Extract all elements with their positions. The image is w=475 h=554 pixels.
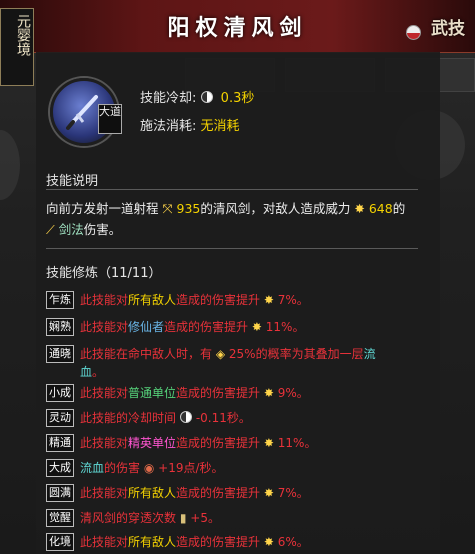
clock-icon [200,91,213,103]
desc-text: 向前方发射一道射程 [46,201,159,216]
tier-badge: 觉醒 [46,509,74,527]
row-text: 造成的伤害提升 [176,486,261,500]
chance-icon: ◈ [215,347,226,361]
cultivation-row: 精通 此技能对精英单位造成的伤害提升 ✸ 11%。 [46,433,426,453]
row-text: 造成的伤害提升 [176,386,261,400]
row-text: 清风剑的穿透次数 [80,511,177,525]
bonus-icon: ✸ [251,320,262,334]
cultivation-row: 觉醒 清风剑的穿透次数 ▮ +5。 [46,508,426,528]
power-icon: ✸ [354,201,365,216]
cultivation-row: 灵动 此技能的冷却时间 -0.11秒。 [46,408,426,428]
cultivation-row: 小成 此技能对普通单位造成的伤害提升 ✸ 9%。 [46,383,426,403]
effect-text: 流血 [80,461,105,475]
power-value: 648 [368,201,393,216]
bonus-value: 7%。 [277,293,309,307]
bonus-value: 9%。 [277,386,309,400]
dadao-badge: 大道 [98,104,122,134]
cooldown-stat: 技能冷却: 0.3秒 [140,87,254,106]
row-text: 此技能对 [80,436,129,450]
tier-badge: 通晓 [46,345,74,363]
desc-text: 伤害。 [83,222,122,237]
cultivation-row: 化境 此技能对所有敌人造成的伤害提升 ✸ 6%。 [46,532,426,552]
tier-badge: 大成 [46,459,74,477]
record-icon[interactable] [406,25,421,40]
cooldown-label: 技能冷却: [140,91,197,106]
bonus-icon: ✸ [263,436,274,450]
row-text: 造成的伤害提升 [176,436,261,450]
cultivation-title: 技能修炼（11/11） [46,266,162,281]
bonus-icon: ✸ [263,535,274,549]
divider [46,248,418,249]
row-text: 造成的伤害提升 [176,535,261,549]
cultivation-row: 圆满 此技能对所有敌人造成的伤害提升 ✸ 7%。 [46,483,426,503]
tier-badge: 小成 [46,384,74,402]
row-text: 。 [92,365,105,379]
row-text: 此技能的冷却时间 [80,411,177,425]
target-text: 普通单位 [128,386,177,400]
row-text: 此技能对 [80,486,129,500]
desc-text: 的 [392,201,406,216]
row-text: 此技能对 [80,535,129,549]
row-text: 此技能对 [80,386,129,400]
bleed-icon: ◉ [143,461,155,475]
header-bar: 阳权清风剑 武技 [0,0,475,53]
bonus-icon: ✸ [263,486,274,500]
effect-text: 血 [80,365,93,379]
cooldown-value: 0.3秒 [220,91,255,106]
cultivation-row: 通晓 此技能在命中敌人时，有 ◈ 25%的概率为其叠加一层流 [46,344,426,364]
skill-title: 阳权清风剑 [167,15,308,41]
damage-type: 剑法 [58,222,84,237]
skill-description: 向前方发射一道射程 ⤧ 935的清风剑，对敌人造成威力 ✸ 648的 ⟋ 剑法伤… [46,198,426,240]
target-text: 所有敌人 [128,293,177,307]
cultivation-row: 大成 流血的伤害 ◉ +19点/秒。 [46,458,426,478]
bonus-value: 7%。 [277,486,309,500]
description-title: 技能说明 [46,174,99,189]
tier-badge: 精通 [46,434,74,452]
bonus-icon: ✸ [263,293,274,307]
row-text: 此技能对 [80,320,129,334]
cultivation-row-cont: 血。 [46,362,426,382]
bonus-value: 11%。 [265,320,305,334]
range-value: 935 [176,201,201,216]
bonus-icon: ✸ [263,386,274,400]
realm-label: 元婴境 [15,14,31,56]
target-text: 修仙者 [128,320,165,334]
desc-text: 的清风剑，对敌人造成威力 [200,201,351,216]
clock-icon [179,411,192,423]
pierce-icon: ▮ [179,511,187,525]
realm-tag: 元婴境 [0,8,34,86]
row-text: 造成的伤害提升 [164,320,249,334]
row-text: 的伤害 [104,461,141,475]
target-text: 所有敌人 [128,486,177,500]
row-text: 造成的伤害提升 [176,293,261,307]
bonus-value: 6%。 [277,535,309,549]
cost-label: 施法消耗: [140,119,197,134]
bonus-value: 11%。 [277,436,317,450]
bonus-value: +5。 [190,511,220,525]
bonus-value: 25%的概率为其叠加一层 [228,347,364,361]
row-text: 此技能在命中敌人时，有 [80,347,213,361]
sword-dmg-icon: ⟋ [46,222,55,237]
tier-badge: 灵动 [46,409,74,427]
divider [46,189,418,190]
range-icon: ⤧ [162,201,173,216]
cost-stat: 施法消耗: 无消耗 [140,115,240,134]
cost-value: 无消耗 [200,119,240,134]
effect-text: 流 [363,347,376,361]
target-text: 精英单位 [128,436,177,450]
tier-badge: 圆满 [46,484,74,502]
tier-badge: 化境 [46,533,74,551]
cultivation-row: 娴熟 此技能对修仙者造成的伤害提升 ✸ 11%。 [46,317,426,337]
cultivation-row: 乍炼 此技能对所有敌人造成的伤害提升 ✸ 7%。 [46,290,426,310]
row-text: 此技能对 [80,293,129,307]
bonus-value: +19点/秒。 [158,461,224,475]
martial-skill-stamp: 武技 [431,19,465,39]
tier-badge: 娴熟 [46,318,74,336]
tier-badge: 乍炼 [46,291,74,309]
target-text: 所有敌人 [128,535,177,549]
bonus-value: -0.11秒。 [195,411,251,425]
